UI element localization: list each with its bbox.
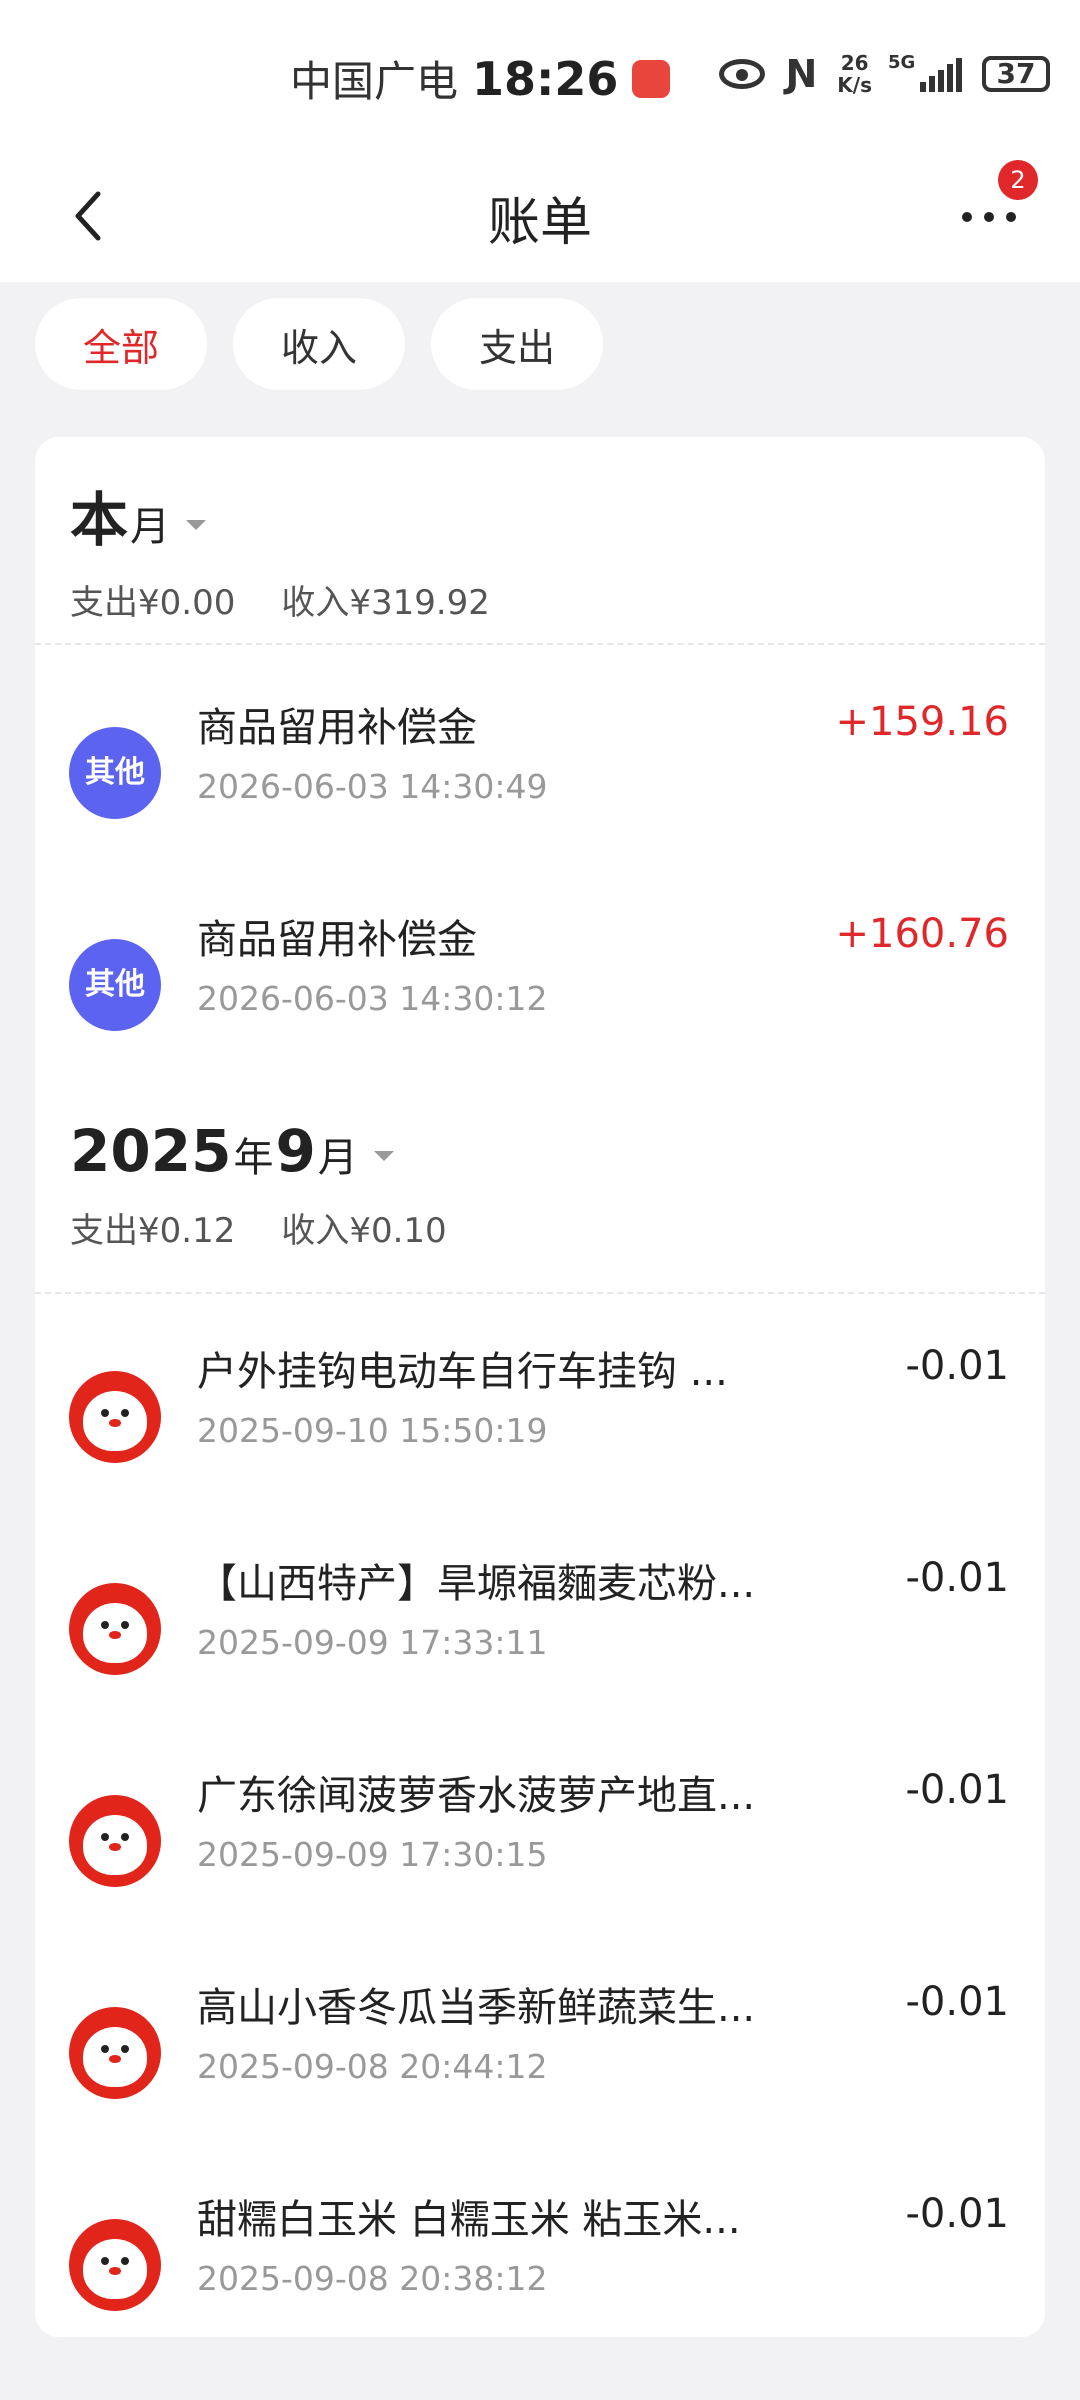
- filter-tabs: 全部 收入 支出: [35, 298, 603, 390]
- bill-list-card: 本 月 支出¥0.00 收入¥319.92 其他 商品留用补偿金 2026-06…: [35, 437, 1045, 2337]
- caret-down-icon: [373, 1151, 394, 1161]
- transaction-amount: -0.01: [905, 1343, 1010, 1389]
- divider: [35, 1292, 1045, 1294]
- other-category-icon: 其他: [69, 939, 161, 1031]
- caret-down-icon: [186, 520, 207, 530]
- carrier-label: 中国广电: [290, 57, 459, 106]
- transaction-amount: -0.01: [905, 1979, 1010, 2025]
- huawei-app-icon: [632, 59, 671, 98]
- other-category-icon: 其他: [69, 727, 161, 819]
- page-title: 账单: [487, 193, 592, 253]
- transaction-row[interactable]: 其他 商品留用补偿金 2026-06-03 14:30:49 +159.16: [35, 657, 1045, 869]
- transaction-row[interactable]: 高山小香冬瓜当季新鲜蔬菜生... 2025-09-08 20:44:12 -0.…: [35, 1937, 1045, 2149]
- jd-mascot-icon: [69, 2007, 161, 2099]
- transaction-time: 2025-09-08 20:38:12: [197, 2259, 548, 2298]
- notification-badge: 2: [998, 160, 1038, 200]
- month-header: 本 月 支出¥0.00 收入¥319.92: [70, 473, 490, 624]
- status-bar: 中国广电 18:26 Ɲ 26 K/s 5G 37: [0, 0, 1080, 150]
- filter-all[interactable]: 全部: [35, 298, 207, 390]
- transaction-amount: +160.76: [835, 911, 1009, 957]
- transaction-row[interactable]: 广东徐闻菠萝香水菠萝产地直... 2025-09-09 17:30:15 -0.…: [35, 1725, 1045, 1937]
- transaction-time: 2026-06-03 14:30:49: [197, 767, 548, 806]
- transaction-name: 广东徐闻菠萝香水菠萝产地直...: [197, 1773, 756, 1819]
- transaction-name: 【山西特产】旱塬福麵麦芯粉...: [197, 1561, 756, 1607]
- net-speed: 26 K/s: [837, 51, 872, 97]
- more-horizontal-icon[interactable]: [962, 202, 1022, 232]
- jd-mascot-icon: [69, 1795, 161, 1887]
- transaction-amount: -0.01: [905, 2191, 1010, 2237]
- clock: 18:26: [472, 51, 619, 106]
- jd-mascot-icon: [69, 2219, 161, 2311]
- expense-total: 支出¥0.00: [70, 583, 236, 623]
- transaction-amount: -0.01: [905, 1555, 1010, 1601]
- transaction-row[interactable]: 其他 商品留用补偿金 2026-06-03 14:30:12 +160.76: [35, 869, 1045, 1081]
- battery-icon: 37: [982, 56, 1050, 92]
- transaction-name: 高山小香冬瓜当季新鲜蔬菜生...: [197, 1985, 756, 2031]
- income-total: 收入¥319.92: [281, 583, 490, 623]
- transaction-name: 商品留用补偿金: [197, 917, 477, 963]
- transaction-name: 户外挂钩电动车自行车挂钩 ...: [197, 1349, 728, 1395]
- month-header: 2025 年 9 月 支出¥0.12 收入¥0.10: [70, 1117, 447, 1252]
- month-summary: 支出¥0.00 收入¥319.92: [70, 575, 490, 624]
- transaction-amount: +159.16: [835, 699, 1009, 745]
- nav-bar: 账单 2: [0, 150, 1080, 282]
- transaction-row[interactable]: 甜糯白玉米 白糯玉米 粘玉米... 2025-09-08 20:38:12 -0…: [35, 2149, 1045, 2337]
- month-selector[interactable]: 2025 年 9 月: [70, 1117, 447, 1185]
- filter-expense[interactable]: 支出: [431, 298, 603, 390]
- income-total: 收入¥0.10: [281, 1211, 447, 1251]
- transaction-time: 2025-09-09 17:33:11: [197, 1623, 548, 1662]
- transaction-amount: -0.01: [905, 1767, 1010, 1813]
- expense-total: 支出¥0.12: [70, 1211, 236, 1251]
- status-icons: Ɲ 26 K/s 5G 37: [719, 52, 1050, 96]
- jd-mascot-icon: [69, 1583, 161, 1675]
- filter-income[interactable]: 收入: [233, 298, 405, 390]
- transaction-name: 甜糯白玉米 白糯玉米 粘玉米...: [197, 2197, 741, 2243]
- network-type: 5G: [888, 52, 916, 73]
- transaction-time: 2025-09-09 17:30:15: [197, 1835, 548, 1874]
- signal-icon: 5G: [888, 52, 962, 92]
- eye-icon: [719, 59, 766, 89]
- jd-mascot-icon: [69, 1371, 161, 1463]
- transaction-time: 2025-09-10 15:50:19: [197, 1411, 548, 1450]
- month-summary: 支出¥0.12 收入¥0.10: [70, 1203, 447, 1252]
- status-center: 中国广电 18:26: [290, 48, 671, 109]
- nfc-icon: Ɲ: [785, 52, 818, 96]
- month-selector[interactable]: 本 月: [70, 473, 490, 557]
- transaction-time: 2026-06-03 14:30:12: [197, 979, 548, 1018]
- transaction-time: 2025-09-08 20:44:12: [197, 2047, 548, 2086]
- transaction-row[interactable]: 户外挂钩电动车自行车挂钩 ... 2025-09-10 15:50:19 -0.…: [35, 1301, 1045, 1513]
- transaction-name: 商品留用补偿金: [197, 705, 477, 751]
- transaction-row[interactable]: 【山西特产】旱塬福麵麦芯粉... 2025-09-09 17:33:11 -0.…: [35, 1513, 1045, 1725]
- divider: [35, 643, 1045, 645]
